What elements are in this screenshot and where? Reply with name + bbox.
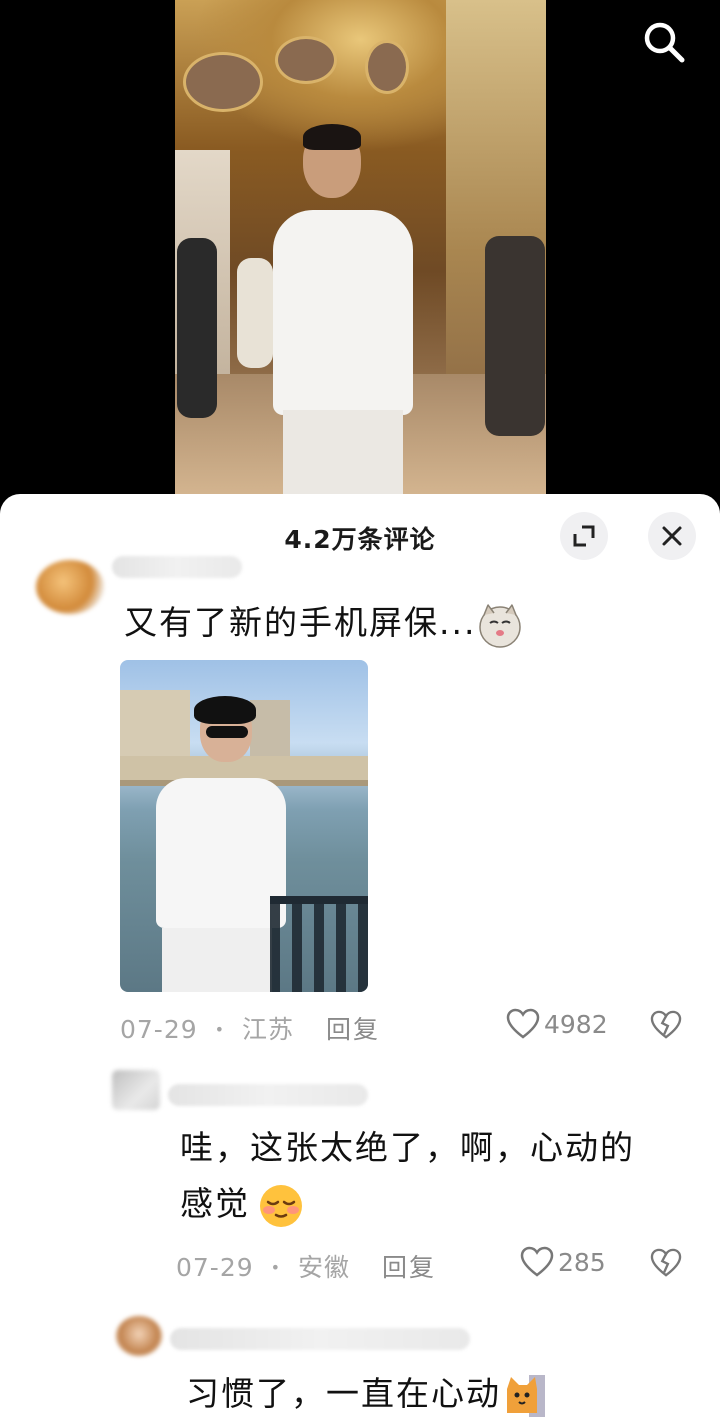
shy-smile-emoji (260, 1184, 302, 1227)
comment-text: 又有了新的手机屏保... (124, 599, 524, 649)
close-button[interactable] (648, 512, 696, 560)
like-count: 285 (558, 1247, 606, 1277)
man-white-shirt (273, 210, 413, 415)
photo-man-sunglasses (206, 726, 248, 738)
photo-man-pants (162, 928, 272, 992)
photo-man-hair (194, 696, 256, 724)
comment-text-content: 又有了新的手机屏保... (124, 603, 477, 642)
like-button[interactable]: 285 (520, 1246, 606, 1278)
comment-text-line: 哇，这张太绝了，啊，心动的 (180, 1128, 635, 1167)
video-player[interactable] (0, 0, 720, 500)
broken-heart-icon (650, 1010, 682, 1039)
photo-building (120, 690, 190, 760)
search-icon[interactable] (640, 18, 688, 66)
photo-building (250, 700, 290, 760)
expand-button[interactable] (560, 512, 608, 560)
photo-railing (270, 902, 368, 992)
avatar[interactable] (116, 1316, 162, 1356)
close-icon (662, 526, 682, 546)
video-frame[interactable] (175, 0, 546, 494)
meta-separator: • (214, 1020, 226, 1039)
username-blurred[interactable] (170, 1328, 470, 1350)
reply-button[interactable]: 回复 (382, 1248, 436, 1284)
comment-date: 07-29 (176, 1253, 254, 1282)
photo-man-shirt (156, 778, 286, 928)
cat-face-emoji (479, 602, 522, 648)
comment-text: 习惯了，一直在心动 (186, 1370, 547, 1419)
comment-text-content: 习惯了，一直在心动 (186, 1374, 501, 1413)
man-white-pants (283, 410, 403, 494)
visitor-figure (237, 258, 273, 368)
comment-meta: 07-29 • 江苏 (120, 1010, 294, 1046)
visitor-figure (485, 236, 545, 436)
broken-heart-icon (650, 1248, 682, 1277)
ceiling-painting (183, 52, 263, 112)
username-blurred[interactable] (168, 1084, 368, 1106)
comment-date: 07-29 (120, 1015, 198, 1044)
expand-icon (573, 525, 595, 547)
reply-button[interactable]: 回复 (326, 1010, 380, 1046)
man-hair (303, 124, 361, 150)
comment-location: 安徽 (298, 1253, 351, 1282)
heart-icon (506, 1008, 540, 1039)
comment-count-title: 4.2万条评论 (284, 525, 436, 554)
comment-location: 江苏 (242, 1015, 295, 1044)
like-count: 4982 (544, 1009, 608, 1039)
ceiling-painting (275, 36, 337, 84)
dislike-button[interactable] (650, 1248, 682, 1282)
ceiling-painting (365, 40, 409, 94)
like-button[interactable]: 4982 (506, 1008, 608, 1040)
cat-emoji (507, 1374, 545, 1417)
visitor-figure (177, 238, 217, 418)
comment-text: 感觉 (180, 1180, 306, 1230)
avatar[interactable] (36, 560, 104, 614)
comment-photo[interactable] (120, 660, 368, 992)
comment-sheet: 4.2万条评论 又有了新的手机屏保... 07-29 • 江苏 回复 4982 … (0, 494, 720, 1424)
dislike-button[interactable] (650, 1010, 682, 1044)
meta-separator: • (270, 1258, 282, 1277)
username-blurred[interactable] (112, 556, 242, 578)
avatar[interactable] (112, 1070, 160, 1110)
comment-meta: 07-29 • 安徽 (176, 1248, 350, 1284)
comment-text-line: 感觉 (180, 1184, 250, 1223)
heart-icon (520, 1246, 554, 1277)
comment-text: 哇，这张太绝了，啊，心动的 (180, 1124, 635, 1172)
